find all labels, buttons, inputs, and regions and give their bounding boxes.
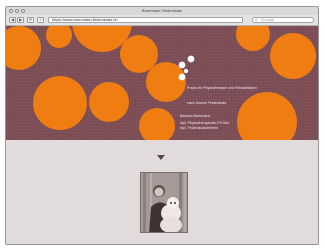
- orange-circle: [139, 108, 175, 140]
- tagline: Praxis für Physiotherapie und Rehabilita…: [187, 76, 257, 116]
- logo-dot: [187, 55, 195, 63]
- window-title: Boermann Feldenkrais: [141, 8, 183, 13]
- decorative-circles: [6, 26, 316, 140]
- person-role: dipl. Feldenkraislehrerin: [180, 126, 219, 130]
- portrait-photo: [140, 172, 188, 233]
- search-field[interactable]: ⌕ Google: [252, 17, 314, 23]
- add-bookmark-button[interactable]: +: [37, 17, 44, 23]
- magnifier-icon: ⌕: [255, 17, 258, 22]
- hero-section: Praxis für Physiotherapie und Rehabilita…: [6, 26, 318, 140]
- person-info: Barbara Boermann dipl. Physiotherapeutin…: [180, 114, 229, 131]
- orange-circle: [46, 26, 72, 48]
- back-button[interactable]: ◀: [9, 17, 16, 23]
- search-placeholder: Google: [261, 17, 274, 22]
- browser-toolbar: ◀ ▶ ⟳ + https://www.boermann-feldenkrais…: [6, 15, 318, 26]
- down-arrow-icon[interactable]: [157, 155, 165, 160]
- plus-icon: +: [39, 17, 42, 22]
- forward-button[interactable]: ▶: [17, 17, 24, 23]
- orange-circle: [120, 35, 158, 73]
- orange-circle: [146, 62, 186, 102]
- tagline-line: nach Moshe Feldenkrais: [187, 101, 227, 105]
- logo-dot: [178, 73, 186, 81]
- orange-circle: [6, 26, 41, 70]
- logo-dot: [183, 68, 189, 74]
- back-icon: ◀: [10, 17, 15, 22]
- forward-icon: ▶: [18, 17, 23, 22]
- portrait-image: [141, 173, 187, 232]
- orange-circle: [89, 82, 129, 122]
- orange-circle: [236, 26, 270, 51]
- reload-icon: ⟳: [28, 17, 33, 22]
- reload-button[interactable]: ⟳: [27, 17, 34, 23]
- address-bar[interactable]: https://www.boermann-feldenkrais.ch: [48, 17, 243, 23]
- content-section: [6, 140, 318, 244]
- orange-circle: [33, 76, 87, 130]
- orange-circle: [270, 33, 316, 79]
- tagline-line: Praxis für Physiotherapie und Rehabilita…: [187, 86, 257, 90]
- browser-window: Boermann Feldenkrais ◀ ▶ ⟳ + https://www…: [5, 6, 319, 245]
- logo-dot: [178, 61, 186, 69]
